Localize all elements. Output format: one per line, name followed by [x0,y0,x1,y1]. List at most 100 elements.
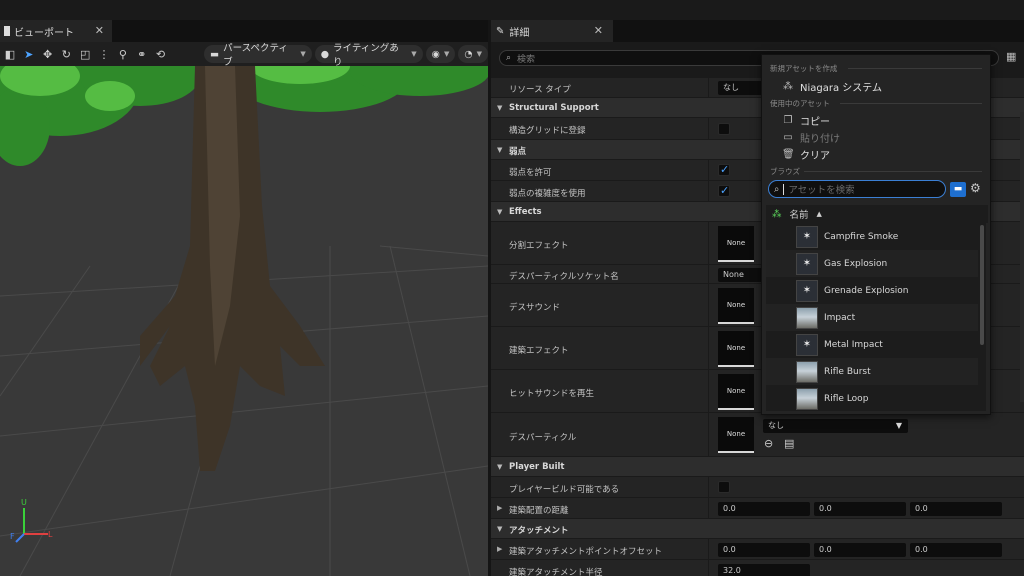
list-item[interactable]: ✶ Campfire Smoke [766,223,978,250]
list-item[interactable]: Rifle Burst [766,358,978,385]
copy-label: コピー [800,117,830,128]
details-tab-label: 詳細 [509,27,530,39]
details-scrollbar[interactable] [1020,112,1024,402]
viewport-tab-icon [4,26,10,36]
gear-icon[interactable]: ⚙ [970,181,981,195]
niagara-system-menu-item[interactable]: ⁂ Niagara システム [782,79,882,94]
list-item[interactable]: ✶ Metal Impact [766,331,978,358]
search-icon: ⌕ [506,53,512,63]
move-icon[interactable]: ✥ [40,48,56,61]
use-selected-icon[interactable]: ⊖ [764,437,773,450]
perspective-button[interactable]: ▬ パースペクティブ ▼ [204,43,312,68]
category-label: 弱点 [509,147,527,157]
lighting-button[interactable]: ● ライティングあり ▼ [314,43,423,68]
death-particle-thumbnail[interactable]: None [718,417,754,453]
close-icon[interactable]: ✕ [95,24,104,37]
build-distance-z[interactable]: 0.0 [910,502,1002,516]
eye-icon: ◉ [431,48,440,60]
grid-view-icon[interactable]: ▦ [1006,50,1020,64]
register-grid-checkbox[interactable] [718,123,730,135]
snap-icon[interactable]: ⚭ [134,48,150,61]
asset-search-input[interactable]: ⌕ アセットを検索 [768,180,946,198]
asset-name: Gas Explosion [824,258,888,269]
asset-list-scrollbar[interactable] [980,225,984,345]
death-particle-socket-value[interactable]: None [718,268,763,282]
axis-f-label: F [10,532,15,541]
death-sound-label: デスサウンド [509,303,561,313]
player-buildable-label: プレイヤービルド可能である [509,485,620,495]
axis-u-label: U [21,498,27,507]
show-flags-button[interactable]: ◉ ▼ [425,45,456,63]
rotation-snap-icon[interactable]: ⟲ [153,48,169,61]
build-distance-x[interactable]: 0.0 [718,502,810,516]
build-distance-y[interactable]: 0.0 [814,502,906,516]
copy-menu-item[interactable]: ❐ コピー [782,113,830,128]
chevron-down-icon: ▼ [895,421,902,430]
asset-name: Rifle Burst [824,366,871,377]
attach-offset-z[interactable]: 0.0 [910,543,1002,557]
expand-arrow-icon[interactable]: ▶ [497,504,502,512]
folder-icon[interactable]: ▬ [950,182,966,197]
viewport-3d[interactable]: U F L [0,66,488,576]
player-buildable-checkbox[interactable] [718,481,730,493]
list-item[interactable]: Rifle Loop [766,385,978,411]
clear-label: クリア [800,151,830,162]
build-distance-label: 建築配置の距離 [509,506,569,516]
details-tab-row: ✎ 詳細 ✕ [491,20,1024,42]
niagara-icon: ⁂ [783,81,793,92]
asset-name: Impact [824,312,856,323]
current-asset-header: 使用中のアセット [770,99,830,108]
select-arrow-icon[interactable]: ➤ [21,48,37,61]
attach-radius-value[interactable]: 32.0 [718,564,810,576]
viewport-tab-label: ビューポート [14,27,74,39]
list-item[interactable]: ✶ Grenade Explosion [766,277,978,304]
niagara-asset-icon: ✶ [796,333,818,356]
play-hit-sound-thumbnail[interactable]: None [718,374,754,410]
paste-menu-item[interactable]: ▭ 貼り付け [782,130,840,145]
transform-space-icon[interactable]: ⚲ [115,48,131,61]
tab-viewport[interactable]: ビューポート ✕ [0,20,112,42]
category-label: Player Built [509,462,565,472]
category-player-built[interactable]: ▼ Player Built [491,457,1024,477]
axis-gizmo: U F L [8,498,58,548]
use-weak-complexity-label: 弱点の複雑度を使用 [509,189,586,199]
expand-arrow-icon[interactable]: ▶ [497,545,502,553]
asset-list-header[interactable]: ⁂ 名前 ▲ [766,205,988,223]
use-weak-complexity-checkbox[interactable] [718,184,730,197]
chevron-down-icon: ▼ [300,50,306,58]
asset-thumbnail [796,306,818,329]
tab-details[interactable]: ✎ 詳細 ✕ [491,20,613,42]
browse-folder-icon[interactable]: ▤ [784,437,794,450]
death-particle-label: デスパーティクル [509,433,577,443]
rotate-icon[interactable]: ↻ [58,48,74,61]
split-effect-thumbnail[interactable]: None [718,226,754,262]
paste-icon: ▭ [783,132,793,143]
build-effect-thumbnail[interactable]: None [718,331,754,367]
list-item[interactable]: ✶ Gas Explosion [766,250,978,277]
allow-weakpoint-checkbox[interactable] [718,163,730,176]
close-icon[interactable]: ✕ [594,24,603,37]
copy-icon: ❐ [783,115,793,126]
perspective-label: パースペクティブ [223,43,288,68]
death-sound-thumbnail[interactable]: None [718,288,754,324]
resource-type-value[interactable]: なし [718,81,763,95]
scale-icon[interactable]: ◰ [77,48,93,61]
category-attachment[interactable]: ▼ アタッチメント [491,519,1024,539]
object-mode-icon[interactable]: ◧ [2,48,18,61]
register-grid-label: 構造グリッドに登録 [509,126,586,136]
gauge-icon: ◔ [464,48,473,60]
attach-offset-x[interactable]: 0.0 [718,543,810,557]
asset-name: Grenade Explosion [824,285,909,296]
details-search-placeholder: 検索 [517,54,536,65]
more-vertical-icon[interactable]: ⋮ [96,48,112,61]
clear-menu-item[interactable]: 🗑 クリア [782,147,830,162]
list-item[interactable]: Impact [766,304,978,331]
performance-button[interactable]: ◔ ▼ [458,45,489,63]
attach-offset-y[interactable]: 0.0 [814,543,906,557]
niagara-asset-icon: ✶ [796,252,818,275]
asset-list: ✶ Campfire Smoke ✶ Gas Explosion ✶ Grena… [766,223,978,411]
death-particle-dropdown[interactable]: なし ▼ [763,419,908,433]
paste-label: 貼り付け [800,134,840,145]
viewport-toolbar: ◧ ➤ ✥ ↻ ◰ ⋮ ⚲ ⚭ ⟲ ▬ パースペクティブ ▼ ● ライティングあ… [0,42,489,68]
asset-name: Campfire Smoke [824,231,899,242]
